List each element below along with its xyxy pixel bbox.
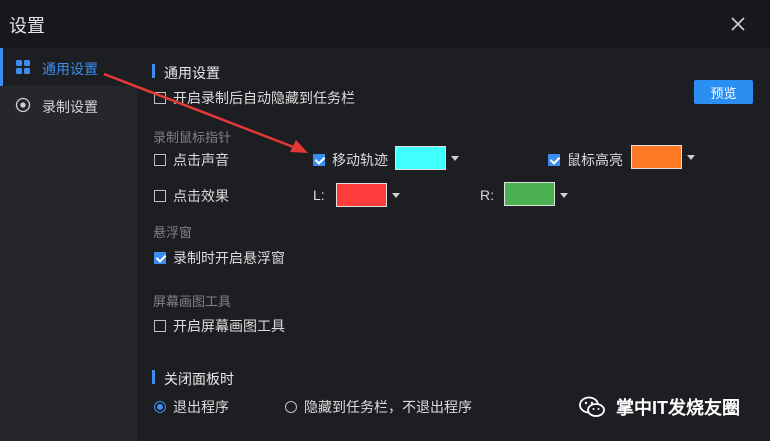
click-effect-checkbox[interactable]: 点击效果 [154, 186, 229, 206]
close-icon[interactable] [728, 12, 748, 36]
sidebar-item-record[interactable]: 录制设置 [0, 86, 137, 124]
left-click-color-dropdown-icon[interactable] [392, 193, 400, 198]
checkbox-box [548, 154, 560, 166]
radio-label: 隐藏到任务栏，不退出程序 [304, 399, 472, 415]
checkbox-box [154, 190, 166, 202]
checkbox-label: 点击声音 [173, 152, 229, 168]
move-track-color-dropdown-icon[interactable] [451, 156, 459, 161]
grid-icon [16, 60, 30, 74]
move-track-color-swatch[interactable] [395, 146, 446, 170]
record-icon [15, 97, 31, 113]
radio-circle [154, 401, 166, 413]
section-title-general: 通用设置 [152, 64, 220, 81]
section-title-draw-tool: 屏幕画图工具 [153, 294, 232, 309]
right-click-color-swatch[interactable] [504, 182, 555, 206]
radio-label: 退出程序 [173, 399, 229, 415]
checkbox-box [154, 320, 166, 332]
checkbox-label: 开启屏幕画图工具 [173, 318, 285, 334]
settings-panel: 通用设置 开启录制后自动隐藏到任务栏 预览 录制鼠标指针 点击声音 移动轨迹 鼠… [137, 48, 770, 441]
sidebar-item-label: 通用设置 [42, 61, 98, 77]
radio-hide-to-taskbar[interactable]: 隐藏到任务栏，不退出程序 [285, 397, 472, 417]
sidebar-item-general[interactable]: 通用设置 [0, 48, 137, 86]
checkbox-label: 鼠标高亮 [567, 152, 623, 168]
hide-to-taskbar-checkbox[interactable]: 开启录制后自动隐藏到任务栏 [154, 88, 355, 108]
active-indicator [0, 48, 3, 86]
section-title-close-panel: 关闭面板时 [152, 370, 234, 387]
sidebar: 通用设置 录制设置 [0, 48, 137, 441]
checkbox-label: 开启录制后自动隐藏到任务栏 [173, 90, 355, 106]
watermark-text: 掌中IT发烧友圈 [616, 398, 740, 418]
left-click-color-swatch[interactable] [336, 183, 387, 207]
right-click-color-dropdown-icon[interactable] [560, 193, 568, 198]
section-title-cursor: 录制鼠标指针 [153, 130, 232, 145]
section-title-floating: 悬浮窗 [153, 225, 193, 240]
sidebar-item-label: 录制设置 [42, 99, 98, 115]
left-click-label: L: [313, 187, 325, 203]
checkbox-box [154, 154, 166, 166]
radio-circle [285, 401, 297, 413]
cursor-highlight-color-swatch[interactable] [631, 145, 682, 169]
wechat-icon [579, 396, 605, 417]
floating-window-checkbox[interactable]: 录制时开启悬浮窗 [154, 248, 285, 268]
right-click-label: R: [480, 187, 494, 203]
title-bar: 设置 [0, 0, 770, 48]
checkbox-label: 移动轨迹 [332, 152, 388, 168]
checkbox-label: 录制时开启悬浮窗 [173, 250, 285, 266]
checkbox-box [154, 92, 166, 104]
checkbox-box [154, 252, 166, 264]
checkbox-label: 点击效果 [173, 188, 229, 204]
preview-button[interactable]: 预览 [694, 80, 753, 104]
click-sound-checkbox[interactable]: 点击声音 [154, 150, 229, 170]
draw-tool-checkbox[interactable]: 开启屏幕画图工具 [154, 316, 285, 336]
move-track-checkbox[interactable]: 移动轨迹 [313, 150, 388, 170]
checkbox-box [313, 154, 325, 166]
cursor-highlight-color-dropdown-icon[interactable] [687, 155, 695, 160]
radio-exit-program[interactable]: 退出程序 [154, 397, 229, 417]
window-title: 设置 [9, 16, 45, 36]
cursor-highlight-checkbox[interactable]: 鼠标高亮 [548, 150, 623, 170]
watermark: 掌中IT发烧友圈 [578, 394, 740, 420]
